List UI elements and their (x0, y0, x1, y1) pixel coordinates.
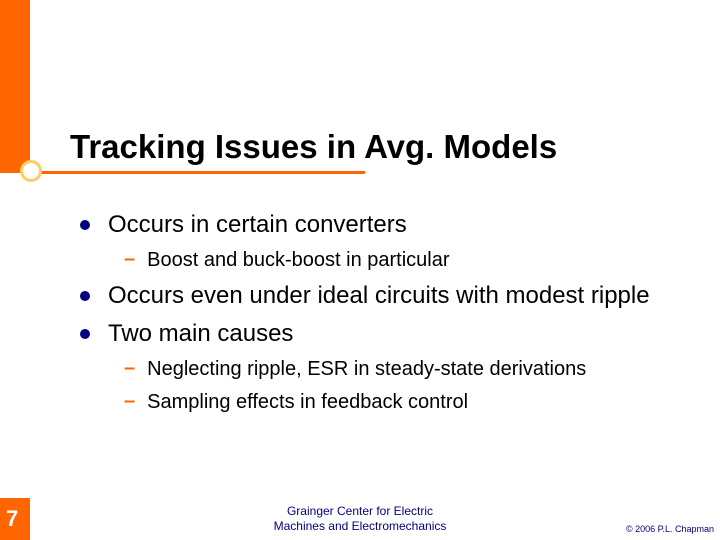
bullet-level1: Occurs even under ideal circuits with mo… (80, 281, 680, 311)
bullet-level2: – Sampling effects in feedback control (124, 390, 680, 415)
bullet-text: Occurs in certain converters (108, 210, 407, 240)
bullet-level2: – Neglecting ripple, ESR in steady-state… (124, 357, 680, 382)
footer-center: Grainger Center for Electric Machines an… (0, 504, 720, 534)
bullet-level1: Two main causes (80, 319, 680, 349)
bullet-text: Occurs even under ideal circuits with mo… (108, 281, 650, 311)
bullet-dash-icon: – (124, 248, 135, 271)
footer-line1: Grainger Center for Electric (287, 504, 433, 518)
slide-body: Occurs in certain converters – Boost and… (80, 210, 680, 423)
bullet-text: Two main causes (108, 319, 293, 349)
slide-title: Tracking Issues in Avg. Models (70, 128, 557, 166)
decor-circle-icon (20, 160, 42, 182)
bullet-dash-icon: – (124, 390, 135, 413)
bullet-dot-icon (80, 329, 90, 339)
bullet-dot-icon (80, 220, 90, 230)
bullet-text: Sampling effects in feedback control (147, 390, 468, 415)
decor-underline (30, 171, 365, 174)
bullet-text: Neglecting ripple, ESR in steady-state d… (147, 357, 586, 382)
bullet-level1: Occurs in certain converters (80, 210, 680, 240)
bullet-dot-icon (80, 291, 90, 301)
footer-copyright: © 2006 P.L. Chapman (626, 524, 714, 534)
bullet-dash-icon: – (124, 357, 135, 380)
footer-line2: Machines and Electromechanics (274, 519, 447, 533)
decor-sidebar-top (0, 0, 30, 173)
page-number: 7 (6, 506, 18, 532)
bullet-level2: – Boost and buck-boost in particular (124, 248, 680, 273)
bullet-text: Boost and buck-boost in particular (147, 248, 449, 273)
